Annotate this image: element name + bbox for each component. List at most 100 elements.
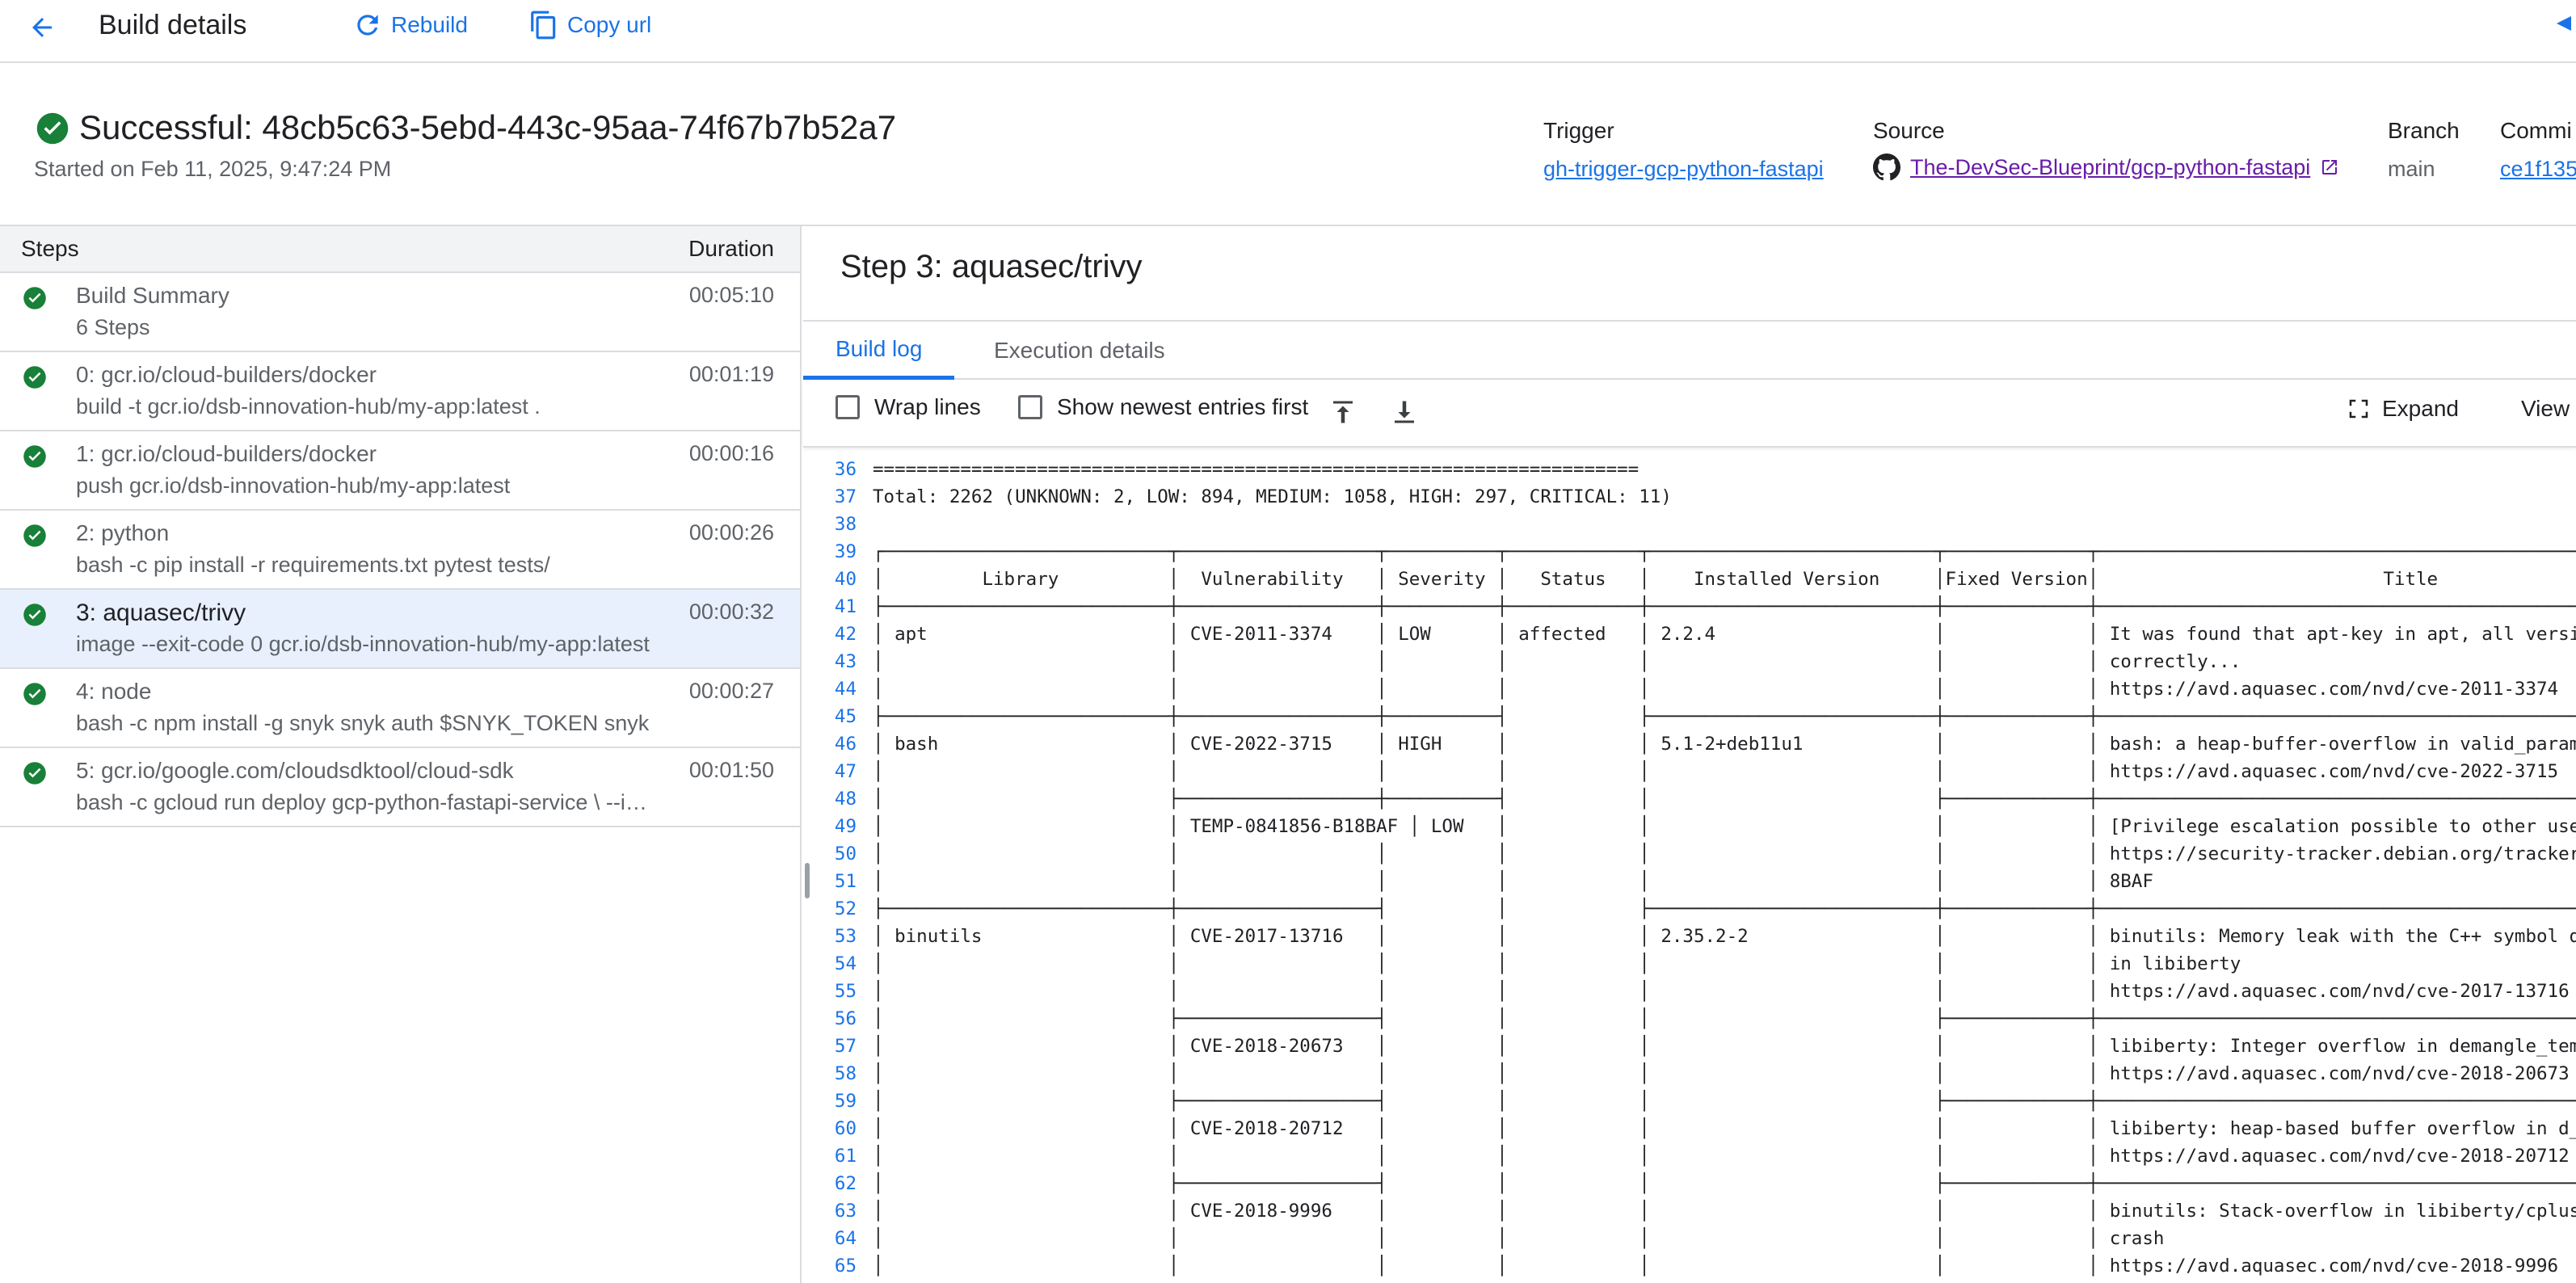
rebuild-button[interactable]: Rebuild <box>352 6 468 44</box>
line-text: │ │ │ │ │ │ │ https://avd.aquasec.com/nv… <box>873 761 2576 782</box>
step-duration: 00:05:10 <box>688 283 774 307</box>
line-number: 43 <box>834 651 857 672</box>
line-number: 44 <box>834 679 857 700</box>
line-number: 55 <box>834 981 857 1002</box>
line-number: 57 <box>834 1036 857 1057</box>
back-button[interactable] <box>23 8 61 47</box>
show-newest-checkbox[interactable]: Show newest entries first <box>1018 394 1308 420</box>
checkbox-box <box>836 395 860 419</box>
copy-url-button[interactable]: Copy url <box>528 6 651 44</box>
step-command: bash -c npm install -g snyk snyk auth $S… <box>76 711 650 735</box>
expand-button[interactable]: Expand <box>2347 396 2459 422</box>
scroll-to-bottom-icon <box>1395 401 1414 423</box>
log-line: 51 │ │ │ │ │ │ │ 8BAF │ <box>803 868 2576 895</box>
line-number: 56 <box>834 1008 857 1029</box>
step-duration: 00:00:27 <box>688 679 774 703</box>
line-text: │ binutils │ CVE-2017-13716 │ │ │ 2.35.2… <box>873 926 2576 947</box>
step-row[interactable]: 5: gcr.io/google.com/cloudsdktool/cloud-… <box>0 748 800 827</box>
copy-url-label: Copy url <box>567 12 652 37</box>
line-text: │ │ │ │ │ │ │ crash │ <box>873 1228 2576 1249</box>
branch-value: main <box>2388 157 2435 181</box>
step-command: build -t gcr.io/dsb-innovation-hub/my-ap… <box>76 394 541 419</box>
line-number: 65 <box>834 1256 857 1277</box>
line-text: │ apt │ CVE-2011-3374 │ LOW │ affected │… <box>873 624 2576 645</box>
scroll-to-bottom-button[interactable] <box>1390 396 1419 432</box>
check-circle-icon <box>23 761 47 789</box>
line-number: 47 <box>834 761 857 782</box>
line-text: │ │ CVE-2018-20673 │ │ │ │ │ libiberty: … <box>873 1036 2576 1057</box>
line-text: │ │ │ │ │ │ │ in libiberty │ <box>873 953 2576 974</box>
line-number: 63 <box>834 1201 857 1222</box>
step-name: 3: aquasec/trivy <box>76 599 246 626</box>
line-text: │ │ │ │ │ │ │ https://avd.aquasec.com/nv… <box>873 1146 2576 1167</box>
log-line: 44 │ │ │ │ │ │ │ https://avd.aquasec.com/… <box>803 675 2576 703</box>
trigger-label: Trigger <box>1543 118 1614 143</box>
log-line: 63 │ │ CVE-2018-9996 │ │ │ │ │ binutils: … <box>803 1197 2576 1225</box>
step-row[interactable]: 1: gcr.io/cloud-builders/docker push gcr.… <box>0 431 800 511</box>
log-line: 60 │ │ CVE-2018-20712 │ │ │ │ │ libiberty… <box>803 1115 2576 1142</box>
line-number: 60 <box>834 1118 857 1139</box>
log-line: 50 │ │ │ │ │ │ │ https://security-tracker… <box>803 840 2576 868</box>
log-line: 64 │ │ │ │ │ │ │ crash │ <box>803 1225 2576 1252</box>
step-row[interactable]: 0: gcr.io/cloud-builders/docker build -t … <box>0 352 800 431</box>
line-text: │ │ │ │ │ │ │ 8BAF │ <box>873 871 2576 892</box>
source-value: The-DevSec-Blueprint/gcp-python-fastapi <box>1873 154 2339 181</box>
step-row[interactable]: 2: python bash -c pip install -r requirem… <box>0 511 800 590</box>
line-text: │ │ TEMP-0841856-B18BAF │ LOW │ │ │ │ [P… <box>873 816 2576 837</box>
log-line: 56 │ ├──────────────────┤ │ │ ├──────────… <box>803 1005 2576 1033</box>
steps-table-header: Steps Duration <box>0 226 800 273</box>
line-number: 36 <box>834 459 857 480</box>
refresh-icon <box>357 15 378 36</box>
log-line: 39 ┌──────────────────────────┬──────────… <box>803 538 2576 566</box>
line-number: 59 <box>834 1091 857 1112</box>
commit-label: Commi <box>2500 118 2572 143</box>
step-row[interactable]: 3: aquasec/trivy image --exit-code 0 gcr.… <box>0 590 800 669</box>
github-icon <box>1873 154 1900 181</box>
rebuild-label: Rebuild <box>391 12 468 37</box>
line-number: 46 <box>834 734 857 755</box>
step-name: Build Summary <box>76 283 229 308</box>
step-command: bash -c pip install -r requirements.txt … <box>76 553 550 577</box>
expand-label: Expand <box>2382 396 2459 421</box>
line-text: │ │ │ │ │ │ │ correctly... │ <box>873 651 2576 672</box>
tab-execution-details[interactable]: Execution details <box>962 322 1198 380</box>
view-button[interactable]: View <box>2521 396 2570 422</box>
step-row[interactable]: 4: node bash -c npm install -g snyk snyk … <box>0 669 800 748</box>
line-number: 45 <box>834 706 857 727</box>
step-duration: 00:01:50 <box>688 758 774 782</box>
step-row[interactable]: Build Summary 6 Steps 00:05:10 <box>0 273 800 352</box>
line-text: ├──────────────────────────┼────────────… <box>873 596 2576 617</box>
scroll-to-top-button[interactable] <box>1328 396 1357 432</box>
build-log[interactable]: 36 ======================================… <box>803 449 2576 1283</box>
tab-build-log[interactable]: Build log <box>803 322 955 380</box>
line-text: │ │ │ │ │ │ │ https://security-tracker.d… <box>873 843 2576 864</box>
log-line: 54 │ │ │ │ │ │ │ in libiberty │ <box>803 950 2576 978</box>
arrow-left-icon <box>32 18 52 37</box>
learn-icon[interactable] <box>2552 11 2576 44</box>
page-title: Build details <box>99 10 247 40</box>
branch-label: Branch <box>2388 118 2460 143</box>
commit-link[interactable]: ce1f135 <box>2500 157 2576 182</box>
step-duration: 00:01:19 <box>688 362 774 386</box>
step-name: 4: node <box>76 679 152 704</box>
log-line: 46 │ bash │ CVE-2022-3715 │ HIGH │ │ 5.1-… <box>803 730 2576 758</box>
check-circle-icon <box>23 286 47 314</box>
line-text: │ Library │ Vulnerability │ Severity │ S… <box>873 569 2576 590</box>
steps-panel: Steps Duration Build Summary 6 Steps 00:05… <box>0 226 802 1283</box>
step-command: image --exit-code 0 gcr.io/dsb-innovatio… <box>76 632 650 656</box>
duration-column-header: Duration <box>688 236 774 261</box>
line-number: 40 <box>834 569 857 590</box>
source-link[interactable]: The-DevSec-Blueprint/gcp-python-fastapi <box>1910 155 2310 180</box>
step-command: push gcr.io/dsb-innovation-hub/my-app:la… <box>76 473 511 498</box>
check-circle-icon <box>23 365 47 393</box>
log-line: 62 │ ├──────────────────┤ │ │ ├──────────… <box>803 1170 2576 1197</box>
line-text: │ │ │ │ │ │ │ https://avd.aquasec.com/nv… <box>873 1256 2576 1277</box>
trigger-link[interactable]: gh-trigger-gcp-python-fastapi <box>1543 157 1824 182</box>
line-text: Total: 2262 (UNKNOWN: 2, LOW: 894, MEDIU… <box>873 486 1672 507</box>
wrap-lines-checkbox[interactable]: Wrap lines <box>836 394 981 420</box>
check-circle-icon <box>23 444 47 473</box>
line-text: │ │ CVE-2018-9996 │ │ │ │ │ binutils: St… <box>873 1201 2576 1222</box>
steps-list: Build Summary 6 Steps 00:05:10 0: gcr.io/cl… <box>0 273 800 827</box>
line-text: ┌──────────────────────────┬────────────… <box>873 541 2576 562</box>
line-number: 37 <box>834 486 857 507</box>
